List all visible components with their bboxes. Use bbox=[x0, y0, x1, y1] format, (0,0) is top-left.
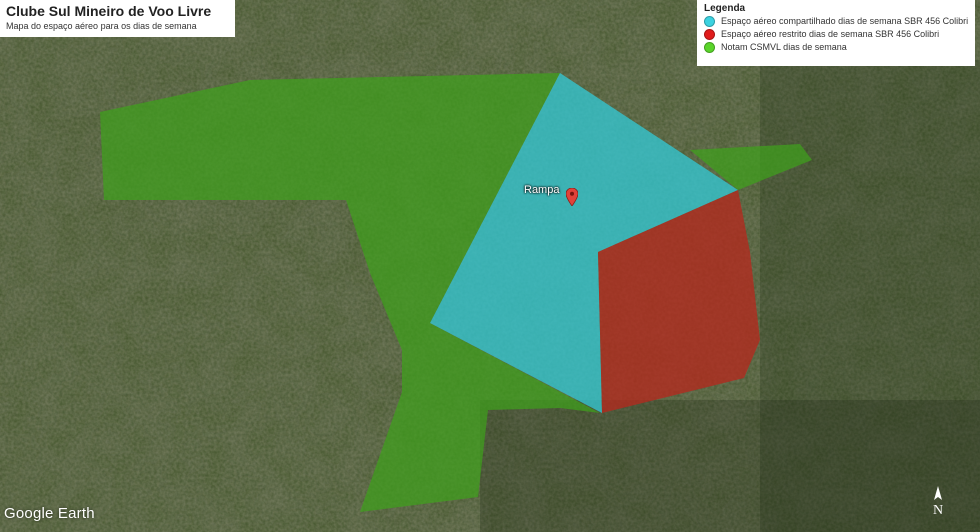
map-subtitle: Mapa do espaço aéreo para os dias de sem… bbox=[6, 21, 197, 31]
satellite-map[interactable] bbox=[0, 0, 980, 532]
map-pin-icon[interactable] bbox=[566, 188, 578, 206]
legend-item[interactable]: Espaço aéreo compartilhado dias de seman… bbox=[704, 15, 968, 28]
google-earth-logo: Google Earth bbox=[4, 505, 95, 522]
legend-swatch-cyan bbox=[704, 16, 715, 27]
legend-item-label: Espaço aéreo restrito dias de semana SBR… bbox=[721, 29, 940, 39]
legend-swatch-red bbox=[704, 29, 715, 40]
legend-item[interactable]: Notam CSMVL dias de semana bbox=[704, 41, 968, 54]
legend-item-label: Espaço aéreo compartilhado dias de seman… bbox=[721, 16, 969, 26]
marker-label: Rampa bbox=[524, 184, 560, 196]
legend-title: Legenda bbox=[704, 3, 746, 14]
title-box: Clube Sul Mineiro de Voo Livre Mapa do e… bbox=[0, 0, 235, 37]
map-title: Clube Sul Mineiro de Voo Livre bbox=[6, 3, 212, 19]
compass-letter: N bbox=[933, 503, 943, 518]
legend-swatch-green bbox=[704, 42, 715, 53]
legend: Legenda Espaço aéreo compartilhado dias … bbox=[697, 0, 975, 66]
terrain-shade-bottom bbox=[480, 400, 980, 532]
legend-item-label: Notam CSMVL dias de semana bbox=[721, 42, 847, 52]
compass-icon[interactable]: N bbox=[927, 484, 949, 518]
legend-item[interactable]: Espaço aéreo restrito dias de semana SBR… bbox=[704, 28, 968, 41]
